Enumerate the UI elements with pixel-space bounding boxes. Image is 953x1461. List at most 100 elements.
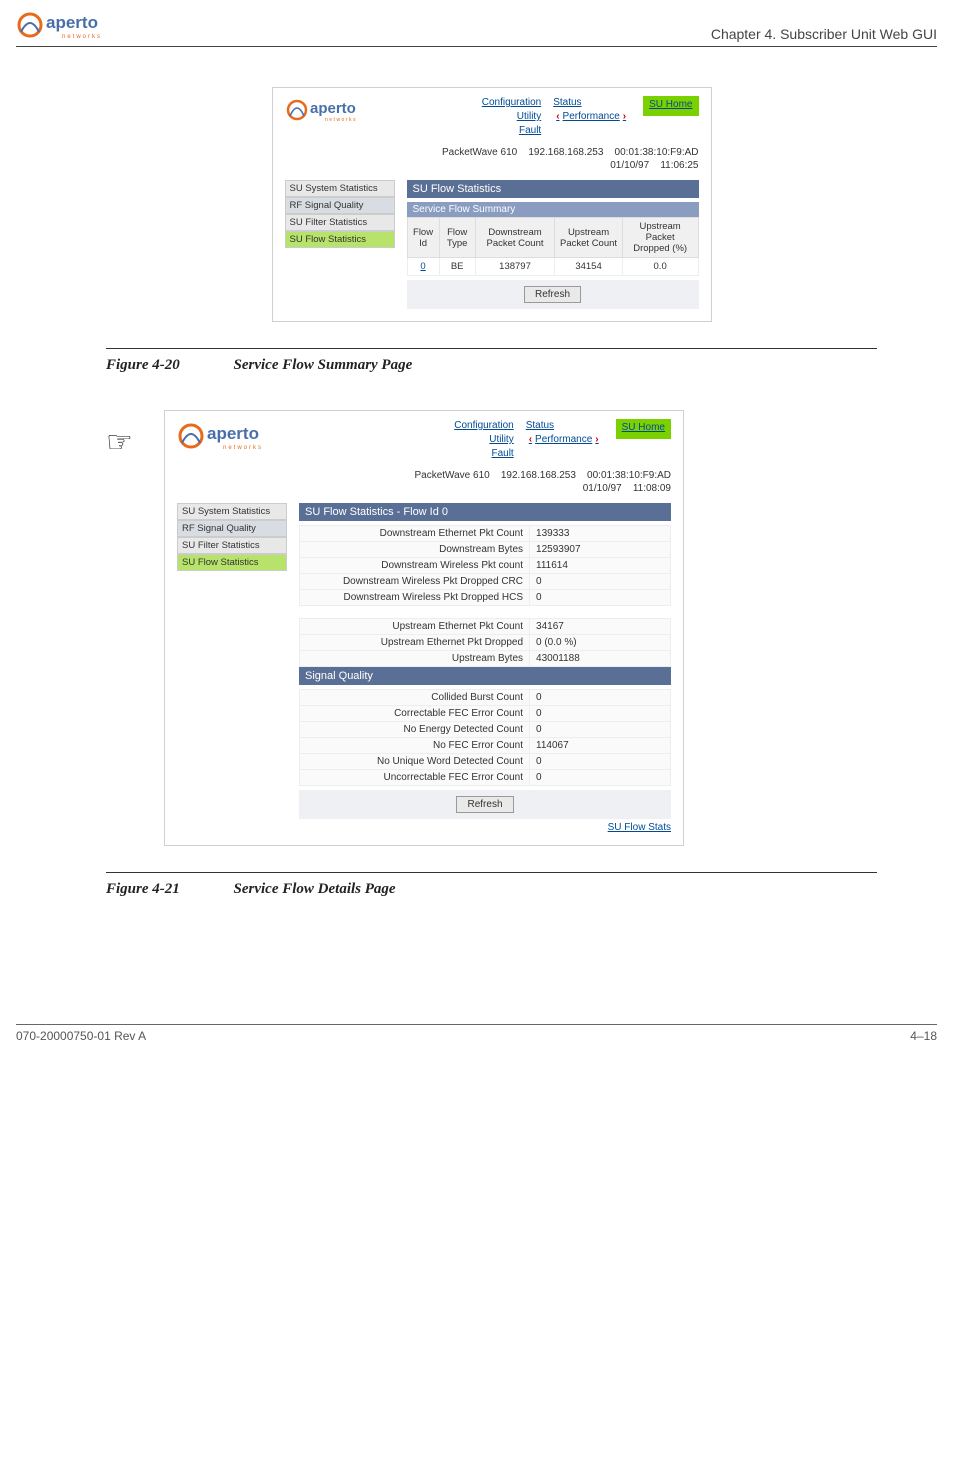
panel-title: SU Flow Statistics (407, 180, 699, 198)
kv-label: No Energy Detected Count (300, 722, 530, 738)
pointing-hand-icon: ☞ (106, 426, 133, 459)
kv-value: 0 (530, 574, 671, 590)
figure-rule (106, 872, 877, 873)
kv-value: 111614 (530, 558, 671, 574)
kv-label: No Unique Word Detected Count (300, 754, 530, 770)
sidebar-item-flow-statistics[interactable]: SU Flow Statistics (177, 554, 287, 571)
nav-column-2: Status ‹Performance› (553, 96, 629, 124)
svg-text:aperto: aperto (46, 13, 98, 32)
svg-text:networks: networks (62, 34, 102, 40)
nav-fault[interactable]: Fault (454, 447, 513, 461)
th-dropped: Upstream Packet Dropped (%) (622, 218, 698, 258)
chapter-title: Chapter 4. Subscriber Unit Web GUI (711, 26, 937, 42)
kv-value: 0 (0.0 %) (530, 635, 671, 651)
kv-label: Downstream Wireless Pkt Dropped HCS (300, 590, 530, 606)
nav-status[interactable]: Status (526, 419, 602, 433)
kv-label: Downstream Wireless Pkt count (300, 558, 530, 574)
footer-page-number: 4–18 (910, 1029, 937, 1043)
figure-4-20-screenshot: aperto networks Configuration Utility Fa… (272, 87, 712, 322)
device-mac: 00:01:38:10:F9:AD (615, 147, 699, 158)
kv-value: 0 (530, 770, 671, 786)
kv-value: 12593907 (530, 542, 671, 558)
device-info-row: PacketWave 610 192.168.168.253 00:01:38:… (285, 146, 699, 172)
sidebar-item-filter-statistics[interactable]: SU Filter Statistics (285, 214, 395, 231)
figure-4-20-caption: Figure 4-20 Service Flow Summary Page (106, 353, 877, 410)
main-panel: SU Flow Statistics Service Flow Summary … (407, 180, 699, 309)
cell-dropped: 0.0 (622, 258, 698, 276)
nav-arrow-left-icon: ‹ (526, 434, 535, 445)
nav-arrow-right-icon: › (620, 111, 629, 122)
svg-text:aperto: aperto (310, 100, 356, 117)
kv-label: Upstream Ethernet Pkt Count (300, 619, 530, 635)
kv-label: Upstream Bytes (300, 651, 530, 667)
page-footer: 070-20000750-01 Rev A 4–18 (16, 1024, 937, 1043)
nav-utility[interactable]: Utility (482, 110, 541, 124)
figure-number: Figure 4-21 (106, 881, 180, 897)
upstream-stats-table: Upstream Ethernet Pkt Count34167 Upstrea… (299, 618, 671, 667)
kv-value: 0 (530, 590, 671, 606)
device-time: 11:06:25 (660, 160, 698, 171)
su-home-button[interactable]: SU Home (643, 96, 698, 116)
sidebar: SU System Statistics RF Signal Quality S… (177, 503, 287, 571)
figure-4-21-screenshot: aperto networks Configuration Utility Fa… (164, 410, 684, 846)
kv-label: Upstream Ethernet Pkt Dropped (300, 635, 530, 651)
sidebar-item-flow-statistics[interactable]: SU Flow Statistics (285, 231, 395, 248)
panel-title-signal-quality: Signal Quality (299, 667, 671, 685)
nav-utility[interactable]: Utility (454, 433, 513, 447)
main-panel: SU Flow Statistics - Flow Id 0 Downstrea… (299, 503, 671, 833)
su-home-button[interactable]: SU Home (616, 419, 671, 439)
nav-configuration[interactable]: Configuration (454, 419, 513, 433)
kv-value: 0 (530, 706, 671, 722)
device-date: 01/10/97 (610, 160, 649, 171)
svg-text:networks: networks (223, 445, 263, 451)
cell-downstream: 138797 (475, 258, 555, 276)
kv-label: Downstream Wireless Pkt Dropped CRC (300, 574, 530, 590)
device-ip: 192.168.168.253 (501, 470, 576, 481)
kv-label: Uncorrectable FEC Error Count (300, 770, 530, 786)
svg-text:aperto: aperto (207, 424, 259, 443)
kv-label: Correctable FEC Error Count (300, 706, 530, 722)
figure-title: Service Flow Summary Page (234, 357, 413, 373)
sidebar-item-rf-signal-quality[interactable]: RF Signal Quality (177, 520, 287, 537)
refresh-button[interactable]: Refresh (456, 796, 513, 813)
panel-title-flow-stats: SU Flow Statistics - Flow Id 0 (299, 503, 671, 521)
nav-performance[interactable]: Performance (535, 434, 592, 445)
refresh-row: Refresh (407, 280, 699, 309)
refresh-button[interactable]: Refresh (524, 286, 581, 303)
nav-fault[interactable]: Fault (482, 124, 541, 138)
device-time: 11:08:09 (633, 483, 671, 494)
figure-rule (106, 348, 877, 349)
nav-status[interactable]: Status (553, 96, 629, 110)
cell-flow-type: BE (439, 258, 475, 276)
su-flow-stats-link[interactable]: SU Flow Stats (608, 822, 671, 833)
kv-value: 0 (530, 722, 671, 738)
table-row: 0 BE 138797 34154 0.0 (407, 258, 698, 276)
nav-column-2: Status ‹Performance› (526, 419, 602, 447)
aperto-logo-small: aperto networks (177, 419, 287, 456)
th-flow-type: Flow Type (439, 218, 475, 258)
refresh-row: Refresh (299, 790, 671, 819)
device-name: PacketWave 610 (442, 147, 517, 158)
figure-number: Figure 4-20 (106, 357, 180, 373)
nav-configuration[interactable]: Configuration (482, 96, 541, 110)
aperto-logo-small: aperto networks (285, 96, 381, 129)
kv-value: 34167 (530, 619, 671, 635)
device-name: PacketWave 610 (414, 470, 489, 481)
nav-arrow-right-icon: › (592, 434, 601, 445)
nav-column-1: Configuration Utility Fault (482, 96, 541, 138)
nav-performance[interactable]: Performance (563, 111, 620, 122)
sidebar-item-rf-signal-quality[interactable]: RF Signal Quality (285, 197, 395, 214)
kv-value: 0 (530, 754, 671, 770)
device-ip: 192.168.168.253 (528, 147, 603, 158)
device-mac: 00:01:38:10:F9:AD (587, 470, 671, 481)
kv-value: 114067 (530, 738, 671, 754)
kv-value: 139333 (530, 526, 671, 542)
th-upstream: Upstream Packet Count (555, 218, 622, 258)
sidebar-item-system-statistics[interactable]: SU System Statistics (285, 180, 395, 197)
device-date: 01/10/97 (583, 483, 622, 494)
sidebar-item-system-statistics[interactable]: SU System Statistics (177, 503, 287, 520)
sidebar: SU System Statistics RF Signal Quality S… (285, 180, 395, 248)
flow-id-link[interactable]: 0 (420, 261, 425, 272)
sidebar-item-filter-statistics[interactable]: SU Filter Statistics (177, 537, 287, 554)
nav-arrow-left-icon: ‹ (553, 111, 562, 122)
